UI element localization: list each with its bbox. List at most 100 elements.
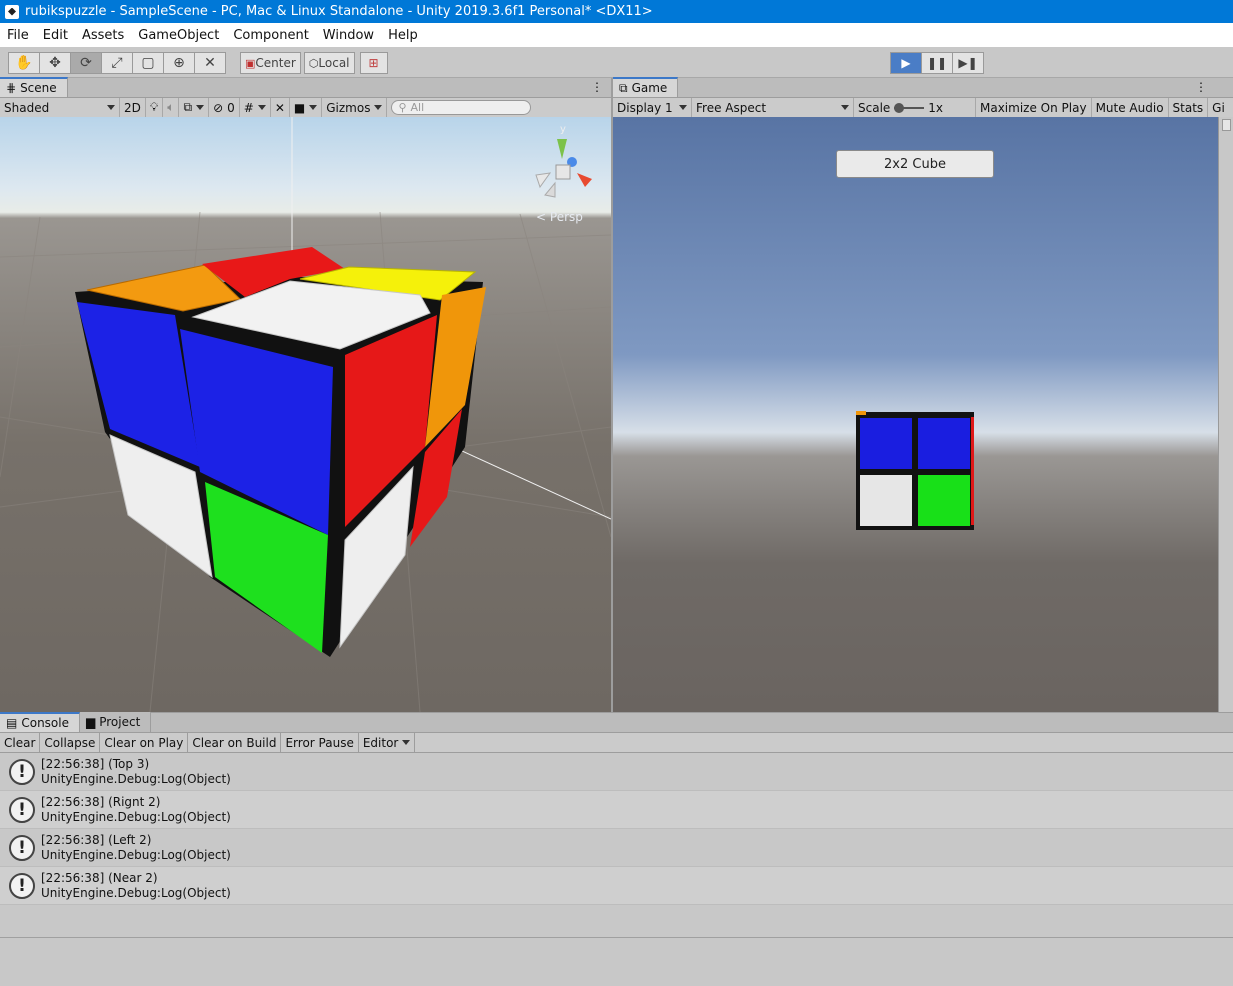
menu-assets[interactable]: Assets [75, 28, 131, 43]
clear-button[interactable]: Clear [0, 733, 41, 752]
rotate-tool-button[interactable]: ⟳ [70, 52, 102, 74]
log-entry[interactable]: ! [22:56:38] (Left 2) UnityEngine.Debug:… [0, 829, 1233, 867]
rect-tool-button[interactable]: ▢ [132, 52, 164, 74]
error-pause-label: Error Pause [285, 735, 354, 750]
collapse-toggle[interactable]: Collapse [40, 733, 101, 752]
snap-icon: ⊞ [368, 56, 379, 70]
log-text: [22:56:38] (Rignt 2) UnityEngine.Debug:L… [41, 795, 231, 825]
scrollbar-thumb[interactable] [1222, 119, 1231, 131]
shading-mode-label: Shaded [4, 100, 50, 115]
collapse-label: Collapse [44, 735, 96, 750]
transform-icon: ⊕ [173, 55, 185, 71]
step-button[interactable]: ▶❚ [952, 52, 984, 74]
pause-button[interactable]: ❚❚ [921, 52, 953, 74]
step-icon: ▶❚ [958, 56, 978, 70]
scene-grid-icon: ⋕ [6, 81, 17, 95]
chevron-down-icon [841, 105, 849, 110]
pivot-local-button[interactable]: ⬡ Local [303, 52, 355, 74]
info-icon: ! [9, 758, 35, 785]
console-icon: ▤ [6, 716, 18, 730]
editor-dropdown[interactable]: Editor [359, 733, 416, 752]
menu-file[interactable]: File [0, 28, 36, 43]
game-tab-bar: ⧉ Game ⋮ [613, 77, 1233, 98]
scene-render: y [0, 117, 611, 712]
scale-slider[interactable] [894, 102, 925, 113]
tab-project[interactable]: ▆ Project [79, 712, 152, 732]
wrench-icon: ✕ [274, 100, 285, 115]
custom-tool-button[interactable]: ✕ [194, 52, 226, 74]
play-button[interactable]: ▶ [890, 52, 922, 74]
game-viewport[interactable]: 2x2 Cube [613, 117, 1218, 712]
scene-search-input[interactable]: ⚲ All [391, 100, 532, 115]
scene-menu-icon[interactable]: ⋮ [591, 80, 603, 94]
console-detail-divider[interactable] [0, 937, 1233, 938]
game-sticker-blue [860, 418, 912, 469]
menu-window[interactable]: Window [316, 28, 381, 43]
scene-visibility-toggle[interactable]: ⊘ 0 [209, 97, 240, 118]
slider-thumb[interactable] [894, 102, 905, 113]
game-menu-icon[interactable]: ⋮ [1195, 80, 1207, 94]
snap-button[interactable]: ⊞ [359, 52, 388, 74]
log-entry[interactable]: ! [22:56:38] (Near 2) UnityEngine.Debug:… [0, 867, 1233, 905]
grid-dropdown[interactable]: # [240, 97, 271, 118]
stats-toggle[interactable]: Stats [1169, 97, 1209, 118]
log-entry[interactable]: ! [22:56:38] (Rignt 2) UnityEngine.Debug… [0, 791, 1233, 829]
lighting-toggle[interactable]: 💡︎ [146, 97, 164, 118]
chevron-down-icon [374, 105, 383, 110]
clear-on-play-toggle[interactable]: Clear on Play [100, 733, 189, 752]
scale-label: Scale [858, 100, 891, 115]
hand-tool-button[interactable]: ✋ [8, 52, 40, 74]
camera-dropdown[interactable]: ■ [290, 97, 323, 118]
maximize-on-play-toggle[interactable]: Maximize On Play [976, 97, 1092, 118]
log-stack: UnityEngine.Debug:Log(Object) [41, 885, 231, 900]
info-icon: ! [9, 872, 35, 899]
transform-tool-button[interactable]: ⊕ [163, 52, 195, 74]
tab-console[interactable]: ▤ Console [0, 712, 80, 732]
console-toolbar: Clear Collapse Clear on Play Clear on Bu… [0, 733, 1233, 753]
scene-viewport[interactable]: y < Persp [0, 117, 611, 712]
tab-game[interactable]: ⧉ Game [613, 77, 679, 97]
tab-scene[interactable]: ⋕ Scene [0, 77, 68, 97]
menu-help[interactable]: Help [381, 28, 425, 43]
game-gizmos-toggle[interactable]: Gi [1208, 98, 1229, 118]
menu-gameobject[interactable]: GameObject [131, 28, 226, 43]
play-icon: ▶ [901, 56, 911, 70]
chevron-down-icon [402, 740, 411, 745]
gizmo-y-label: y [560, 124, 566, 135]
game-scrollbar[interactable] [1218, 117, 1233, 712]
projection-toggle[interactable]: < Persp [536, 210, 583, 224]
error-pause-toggle[interactable]: Error Pause [281, 733, 359, 752]
unity-logo-icon [5, 4, 19, 19]
log-entry[interactable]: ! [22:56:38] (Top 3) UnityEngine.Debug:L… [0, 753, 1233, 791]
menu-edit[interactable]: Edit [36, 28, 75, 43]
clear-on-build-toggle[interactable]: Clear on Build [188, 733, 282, 752]
shading-mode-dropdown[interactable]: Shaded [0, 97, 120, 118]
game-control-bar: Display 1 Free Aspect Scale 1x Maximize … [613, 97, 1233, 118]
scale-tool-button[interactable]: ⤢ [101, 52, 133, 74]
playmode-controls: ▶ ❚❚ ▶❚ [890, 52, 984, 74]
pivot-center-button[interactable]: ▣ Center [240, 52, 301, 74]
mute-audio-toggle[interactable]: Mute Audio [1092, 97, 1169, 118]
aspect-dropdown[interactable]: Free Aspect [692, 97, 854, 118]
display-dropdown[interactable]: Display 1 [613, 97, 692, 118]
main-toolbar: ✋ ✥ ⟳ ⤢ ▢ ⊕ ✕ ▣ Center ⬡ Local ⊞ ▶ ❚❚ ▶❚ [0, 47, 1233, 78]
chevron-down-icon [309, 105, 318, 110]
transform-tools: ✋ ✥ ⟳ ⤢ ▢ ⊕ ✕ [8, 52, 226, 74]
editor-tools-toggle[interactable]: ✕ [271, 97, 290, 118]
log-message: [22:56:38] (Top 3) [41, 756, 150, 771]
move-tool-button[interactable]: ✥ [39, 52, 71, 74]
effects-dropdown[interactable]: ⧉ [179, 97, 210, 118]
orientation-gizmo[interactable]: y [535, 124, 592, 198]
gizmos-dropdown[interactable]: Gizmos [322, 97, 388, 118]
grid-icon: # [243, 100, 254, 115]
clear-on-build-label: Clear on Build [192, 735, 277, 750]
mute-label: Mute Audio [1095, 100, 1164, 115]
game-sticker-edge [856, 411, 866, 415]
pivot-label: Center [255, 56, 296, 70]
toggle-2d-button[interactable]: 2D [120, 97, 146, 118]
audio-toggle[interactable]: 🔈︎ [163, 97, 180, 118]
log-text: [22:56:38] (Near 2) UnityEngine.Debug:Lo… [41, 871, 231, 901]
menu-component[interactable]: Component [226, 28, 315, 43]
eye-slash-icon: ⊘ [213, 100, 224, 115]
editor-label: Editor [362, 735, 399, 750]
